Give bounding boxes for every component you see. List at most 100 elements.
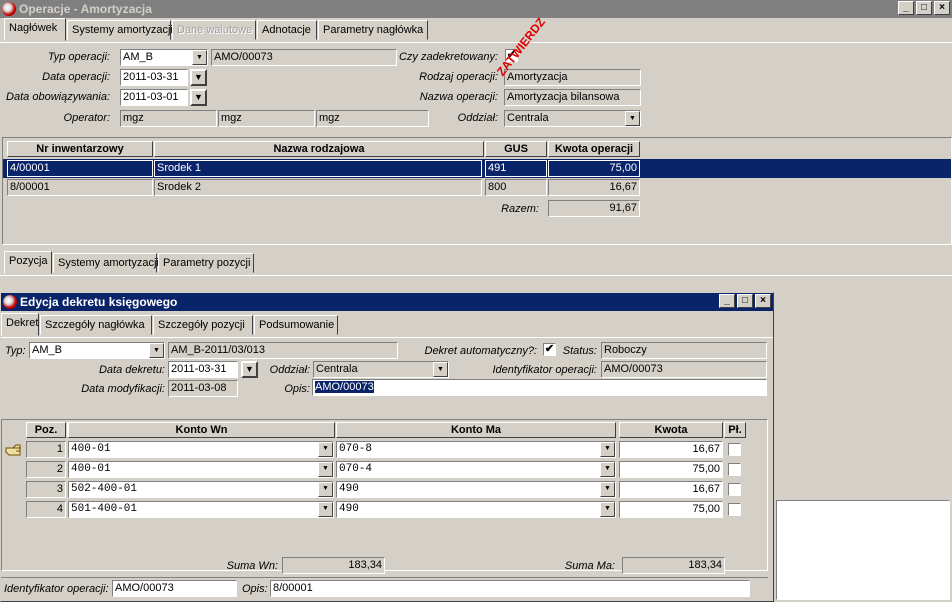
typ-select[interactable]: AM_B ▼: [29, 342, 165, 359]
close-button[interactable]: ×: [755, 294, 771, 308]
row-poz[interactable]: 1: [26, 441, 66, 458]
tab-podsumowanie[interactable]: Podsumowanie: [254, 315, 338, 335]
oddzial-value: Centrala: [316, 363, 358, 375]
tab-dane-walutowe: Dane walutowe: [172, 20, 256, 40]
tab-systemy-amortyzacji-pozycji[interactable]: Systemy amortyzacji: [53, 253, 159, 273]
razem-label: Razem:: [501, 203, 539, 215]
minimize-button[interactable]: _: [898, 1, 914, 15]
row-kwota[interactable]: 75,00: [548, 160, 640, 177]
tab-szczegoly-pozycji[interactable]: Szczegóły pozycji: [153, 315, 253, 335]
main-titlebar: Operacje - Amortyzacja _ □ ×: [0, 0, 952, 18]
row-konto-wn[interactable]: 400-01 ▼: [68, 441, 334, 458]
chevron-down-icon[interactable]: ▼: [318, 502, 333, 517]
col-gus[interactable]: GUS: [485, 141, 547, 157]
footer-opis-field[interactable]: 8/00001: [270, 580, 750, 597]
row-platnosc-checkbox[interactable]: [728, 443, 741, 456]
minimize-button[interactable]: _: [719, 294, 735, 308]
opis-value: AMO/00073: [315, 381, 374, 393]
typ-operacji-select[interactable]: AM_B ▼: [120, 49, 208, 66]
row-kwota[interactable]: 75,00: [619, 461, 723, 478]
calendar-dropdown-icon[interactable]: ▼: [241, 361, 258, 378]
row-konto-wn[interactable]: 400-01 ▼: [68, 461, 334, 478]
oddzial-select[interactable]: Centrala ▼: [504, 110, 641, 127]
row-platnosc-checkbox[interactable]: [728, 503, 741, 516]
chevron-down-icon[interactable]: ▼: [318, 442, 333, 457]
chevron-down-icon[interactable]: ▼: [318, 482, 333, 497]
col-konto-ma[interactable]: Konto Ma: [336, 422, 616, 438]
row-konto-ma[interactable]: 490 ▼: [336, 501, 616, 518]
chevron-down-icon[interactable]: ▼: [600, 502, 615, 517]
konto-wn-value: 400-01: [71, 463, 111, 475]
suma-ma-label: Suma Ma:: [564, 560, 615, 572]
row-nazwa[interactable]: Srodek 2: [154, 179, 482, 196]
opis-field[interactable]: AMO/00073: [312, 379, 767, 396]
row-kwota[interactable]: 16,67: [619, 441, 723, 458]
col-kwota-operacji[interactable]: Kwota operacji: [548, 141, 640, 157]
row-kwota[interactable]: 16,67: [619, 481, 723, 498]
typ-number: AM_B-2011/03/013: [168, 342, 398, 359]
row-poz[interactable]: 2: [26, 461, 66, 478]
row-konto-ma[interactable]: 070-4 ▼: [336, 461, 616, 478]
row-gus[interactable]: 800: [485, 179, 547, 196]
oddzial-select[interactable]: Centrala ▼: [313, 361, 449, 378]
tab-pozycja[interactable]: Pozycja: [4, 251, 52, 274]
row-konto-ma[interactable]: 490 ▼: [336, 481, 616, 498]
row-platnosc-checkbox[interactable]: [728, 463, 741, 476]
data-obowiazywania-field[interactable]: 2011-03-01: [120, 89, 188, 106]
row-kwota[interactable]: 75,00: [619, 501, 723, 518]
chevron-down-icon[interactable]: ▼: [433, 362, 448, 377]
tab-systemy-amortyzacji[interactable]: Systemy amortyzacji: [67, 20, 173, 40]
data-operacji-label: Data operacji:: [42, 71, 110, 83]
tab-naglowek[interactable]: Nagłówek: [4, 18, 66, 41]
calendar-dropdown-icon[interactable]: ▼: [190, 69, 207, 86]
chevron-down-icon[interactable]: ▼: [318, 462, 333, 477]
row-kwota[interactable]: 16,67: [548, 179, 640, 196]
razem-value: 91,67: [548, 200, 640, 217]
dekret-automatyczny-label: Dekret automatyczny?:: [424, 345, 538, 357]
maximize-button[interactable]: □: [737, 294, 753, 308]
konto-ma-value: 070-4: [339, 463, 373, 475]
tab-szczegoly-naglowka[interactable]: Szczegóły nagłówka: [40, 315, 152, 335]
suma-wn-value: 183,34: [282, 557, 385, 574]
data-dekretu-field[interactable]: 2011-03-31: [168, 361, 238, 378]
row-konto-wn[interactable]: 501-400-01 ▼: [68, 501, 334, 518]
col-nr-inwentarzowy[interactable]: Nr inwentarzowy: [7, 141, 153, 157]
dekret-automatyczny-checkbox[interactable]: ✔: [543, 343, 556, 356]
footer-identyfikator-field[interactable]: AMO/00073: [112, 580, 237, 597]
tab-adnotacje[interactable]: Adnotacje: [257, 20, 317, 40]
close-button[interactable]: ×: [934, 1, 950, 15]
konto-wn-value: 501-400-01: [71, 503, 138, 515]
chevron-down-icon[interactable]: ▼: [600, 482, 615, 497]
maximize-button[interactable]: □: [916, 1, 932, 15]
row-nr[interactable]: 8/00001: [7, 179, 153, 196]
row-nr[interactable]: 4/00001: [7, 160, 153, 177]
chevron-down-icon[interactable]: ▼: [600, 462, 615, 477]
data-modyfikacji-field: 2011-03-08: [168, 380, 238, 397]
current-row-pointer-icon: [5, 443, 23, 457]
col-konto-wn[interactable]: Konto Wn: [68, 422, 335, 438]
tab-parametry-pozycji[interactable]: Parametry pozycji: [158, 253, 254, 273]
row-konto-ma[interactable]: 070-8 ▼: [336, 441, 616, 458]
row-gus[interactable]: 491: [485, 160, 547, 177]
col-poz[interactable]: Poz.: [26, 422, 66, 438]
row-platnosc-checkbox[interactable]: [728, 483, 741, 496]
row-poz[interactable]: 3: [26, 481, 66, 498]
row-konto-wn[interactable]: 502-400-01 ▼: [68, 481, 334, 498]
chevron-down-icon[interactable]: ▼: [625, 111, 640, 126]
row-poz[interactable]: 4: [26, 501, 66, 518]
chevron-down-icon[interactable]: ▼: [149, 343, 164, 358]
inventory-table: Nr inwentarzowy Nazwa rodzajowa GUS Kwot…: [2, 137, 952, 245]
data-operacji-field[interactable]: 2011-03-31: [120, 69, 188, 86]
col-kwota[interactable]: Kwota: [619, 422, 723, 438]
chevron-down-icon[interactable]: ▼: [600, 442, 615, 457]
chevron-down-icon[interactable]: ▼: [192, 50, 207, 65]
tab-parametry-naglowka[interactable]: Parametry nagłówka: [318, 20, 428, 40]
calendar-dropdown-icon[interactable]: ▼: [190, 89, 207, 106]
col-nazwa-rodzajowa[interactable]: Nazwa rodzajowa: [154, 141, 484, 157]
tab-dekret[interactable]: Dekret: [1, 313, 39, 336]
main-tabs: Nagłówek Systemy amortyzacji Dane waluto…: [2, 18, 952, 42]
row-nazwa[interactable]: Srodek 1: [154, 160, 482, 177]
opis-label: Opis:: [284, 383, 310, 395]
dialog-footer: Identyfikator operacji: AMO/00073 Opis: …: [1, 577, 768, 599]
col-platnosc[interactable]: Pł.: [724, 422, 746, 438]
